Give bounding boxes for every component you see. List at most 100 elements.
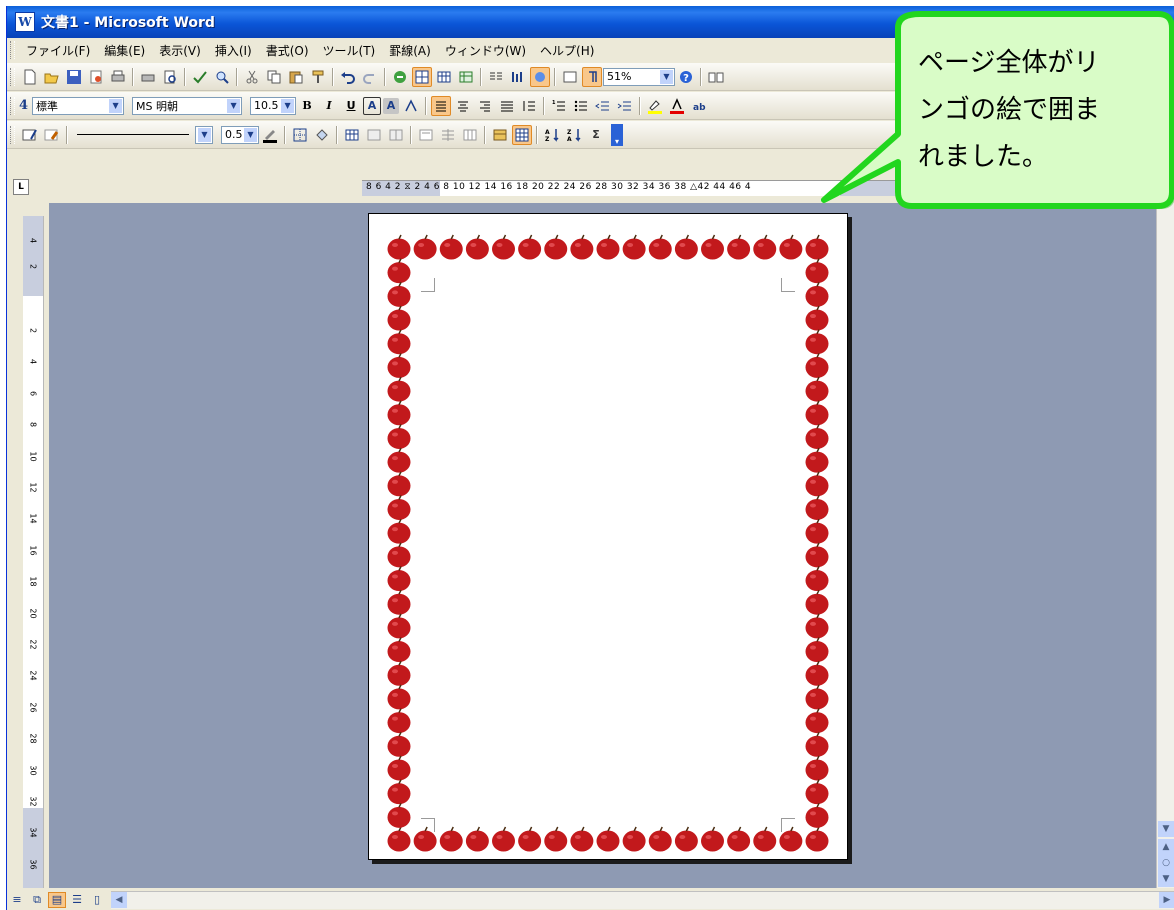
- paste-icon[interactable]: [286, 67, 306, 87]
- sort-descending-icon[interactable]: ZA: [564, 125, 584, 145]
- highlight-icon[interactable]: [645, 96, 665, 116]
- menu-help[interactable]: ヘルプ(H): [533, 42, 601, 59]
- document-map-icon[interactable]: [530, 66, 550, 87]
- undo-icon[interactable]: [338, 67, 358, 87]
- numbering-icon[interactable]: 1: [549, 96, 569, 116]
- increase-indent-icon[interactable]: [615, 96, 635, 116]
- align-right-icon[interactable]: [475, 96, 495, 116]
- browse-object-icon[interactable]: ○: [1158, 855, 1174, 871]
- sort-ascending-icon[interactable]: AZ: [542, 125, 562, 145]
- italic-button[interactable]: I: [319, 96, 339, 116]
- open-icon[interactable]: [42, 67, 62, 87]
- new-icon[interactable]: [20, 67, 40, 87]
- char-border-button[interactable]: A: [363, 96, 382, 115]
- line-weight-combo[interactable]: 0.5 ▼: [221, 125, 259, 144]
- menu-window[interactable]: ウィンドウ(W): [438, 42, 533, 59]
- underline-button[interactable]: U: [341, 96, 361, 116]
- help-icon[interactable]: ?: [676, 67, 696, 87]
- scroll-down-icon[interactable]: ▼: [1158, 821, 1174, 837]
- line-style-dropdown[interactable]: ▼: [195, 125, 213, 144]
- zoom-combo[interactable]: 51% ▼: [603, 67, 675, 86]
- next-page-icon[interactable]: ▼: [1158, 871, 1174, 887]
- show-gridlines-icon[interactable]: [512, 124, 532, 145]
- bold-button[interactable]: B: [297, 96, 317, 116]
- phonetic-guide-icon[interactable]: [401, 96, 421, 116]
- toolbar-grip[interactable]: [10, 96, 15, 115]
- char-shading-button[interactable]: A: [383, 97, 400, 114]
- distribute-columns-icon[interactable]: [460, 125, 480, 145]
- menu-tools[interactable]: ツール(T): [316, 42, 383, 59]
- enclose-chars-icon[interactable]: ab: [689, 96, 709, 116]
- web-layout-icon[interactable]: ⧉: [28, 892, 46, 908]
- align-justify-icon[interactable]: [431, 95, 452, 116]
- chevron-down-icon[interactable]: ▼: [660, 69, 673, 84]
- shading-color-icon[interactable]: [312, 125, 332, 145]
- outline-view-icon[interactable]: ☰: [68, 892, 86, 908]
- insert-table-icon[interactable]: [434, 67, 454, 87]
- menu-edit[interactable]: 編集(E): [97, 42, 152, 59]
- tables-borders-icon[interactable]: [412, 66, 432, 87]
- insert-table-icon[interactable]: [342, 125, 362, 145]
- align-cell-icon[interactable]: [416, 125, 436, 145]
- hyperlink-icon[interactable]: [390, 67, 410, 87]
- horizontal-ruler[interactable]: 8 6 4 2 ⧖ 2 4 6 8 10 12 14 16 18 20 22 2…: [362, 180, 942, 196]
- toolbar-grip[interactable]: [10, 67, 15, 86]
- distribute-rows-icon[interactable]: [438, 125, 458, 145]
- styles-icon[interactable]: 4: [19, 98, 28, 113]
- spelling-icon[interactable]: [190, 67, 210, 87]
- toolbar-grip[interactable]: [10, 125, 15, 144]
- line-spacing-icon[interactable]: [519, 96, 539, 116]
- save-icon[interactable]: [64, 67, 84, 87]
- word-doc-icon[interactable]: W: [15, 12, 35, 32]
- insert-excel-icon[interactable]: [456, 67, 476, 87]
- redo-icon[interactable]: [360, 67, 380, 87]
- show-hide-icon[interactable]: [560, 67, 580, 87]
- print-preview-icon[interactable]: [138, 67, 158, 87]
- decrease-indent-icon[interactable]: [593, 96, 613, 116]
- table-autoformat-icon[interactable]: [490, 125, 510, 145]
- align-center-icon[interactable]: [453, 96, 473, 116]
- bullets-icon[interactable]: [571, 96, 591, 116]
- scroll-left-icon[interactable]: ◀: [111, 891, 127, 908]
- print-icon[interactable]: [108, 67, 128, 87]
- previous-page-icon[interactable]: ▲: [1158, 839, 1174, 855]
- cut-icon[interactable]: [242, 67, 262, 87]
- menu-view[interactable]: 表示(V): [152, 42, 208, 59]
- scroll-right-icon[interactable]: ▶: [1159, 891, 1174, 908]
- autosum-icon[interactable]: Σ: [586, 125, 606, 145]
- chevron-down-icon[interactable]: ▼: [244, 127, 257, 142]
- toolbar-grip[interactable]: [10, 41, 15, 59]
- menu-insert[interactable]: 挿入(I): [208, 42, 259, 59]
- reading-layout-icon[interactable]: ▯: [88, 892, 106, 908]
- style-combo[interactable]: 標準 ▼: [32, 96, 125, 115]
- normal-view-icon[interactable]: ≡: [8, 892, 26, 908]
- horizontal-scrollbar[interactable]: ◀ ▶: [111, 890, 1174, 909]
- copy-icon[interactable]: [264, 67, 284, 87]
- merge-cells-icon[interactable]: [364, 125, 384, 145]
- borders-icon[interactable]: [290, 125, 310, 145]
- read-icon[interactable]: [706, 67, 726, 87]
- format-painter-icon[interactable]: [308, 67, 328, 87]
- vertical-ruler[interactable]: 42246810121416182022242628303234363840: [23, 216, 44, 901]
- chevron-down-icon[interactable]: ▼: [281, 98, 295, 113]
- print-preview-icon[interactable]: [160, 67, 180, 87]
- menu-format[interactable]: 書式(O): [259, 42, 316, 59]
- line-style-sample[interactable]: [77, 134, 189, 135]
- show-hide-icon[interactable]: [582, 66, 602, 87]
- columns-icon[interactable]: [486, 67, 506, 87]
- research-icon[interactable]: [212, 67, 232, 87]
- border-color-icon[interactable]: [260, 125, 280, 145]
- chevron-down-icon[interactable]: ▼: [109, 98, 123, 113]
- chevron-down-icon[interactable]: ▼: [227, 98, 241, 113]
- tab-selector[interactable]: L: [13, 179, 29, 195]
- distributed-icon[interactable]: [497, 96, 517, 116]
- menu-table[interactable]: 罫線(A): [382, 42, 438, 59]
- font-size-combo[interactable]: 10.5 ▼: [250, 96, 297, 115]
- font-combo[interactable]: MS 明朝 ▼: [132, 96, 243, 115]
- permission-icon[interactable]: [86, 67, 106, 87]
- drawing-icon[interactable]: [508, 67, 528, 87]
- draw-table-icon[interactable]: [20, 125, 40, 145]
- menu-file[interactable]: ファイル(F): [19, 42, 97, 59]
- chevron-down-icon[interactable]: ▼: [198, 127, 211, 142]
- document-page[interactable]: [368, 213, 848, 860]
